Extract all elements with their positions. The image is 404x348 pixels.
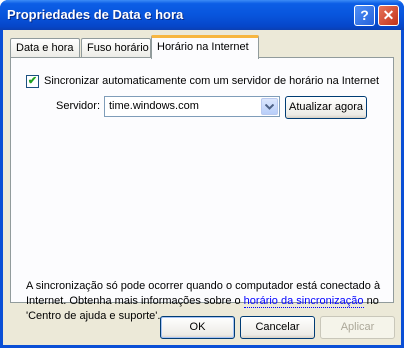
sync-help-link[interactable]: horário da sincronização [243, 295, 364, 308]
update-now-button[interactable]: Atualizar agora [285, 96, 367, 119]
tab-horario-na-internet[interactable]: Horário na Internet [151, 35, 259, 59]
tab-label: Fuso horário [87, 42, 149, 54]
window-title: Propriedades de Data e hora [7, 7, 184, 22]
chevron-down-icon [265, 104, 274, 110]
dialog-body: Data e hora Fuso horário Horário na Inte… [3, 30, 401, 345]
help-button[interactable]: ? [354, 5, 375, 26]
server-value: time.windows.com [109, 100, 199, 112]
ok-button[interactable]: OK [160, 316, 235, 339]
tab-data-e-hora[interactable]: Data e hora [10, 38, 80, 58]
tab-label: Horário na Internet [157, 41, 249, 53]
close-icon: ✕ [382, 7, 395, 23]
title-bar[interactable]: Propriedades de Data e hora ? ✕ [0, 0, 404, 30]
sync-checkbox-label[interactable]: Sincronizar automaticamente com um servi… [44, 75, 379, 87]
checkmark-icon: ✔ [27, 75, 38, 87]
cancel-button[interactable]: Cancelar [240, 316, 315, 339]
dialog-window: Propriedades de Data e hora ? ✕ Data e h… [0, 0, 404, 348]
sync-checkbox[interactable]: ✔ [26, 75, 39, 88]
apply-button[interactable]: Aplicar [320, 316, 395, 339]
server-label: Servidor: [56, 100, 101, 112]
tab-label: Data e hora [16, 42, 74, 54]
server-combobox[interactable]: time.windows.com [104, 96, 280, 117]
dropdown-button[interactable] [261, 98, 278, 115]
tab-fuso-horario[interactable]: Fuso horário [81, 38, 151, 58]
tab-panel: ✔ Sincronizar automaticamente com um ser… [10, 57, 394, 322]
close-button[interactable]: ✕ [378, 5, 399, 26]
